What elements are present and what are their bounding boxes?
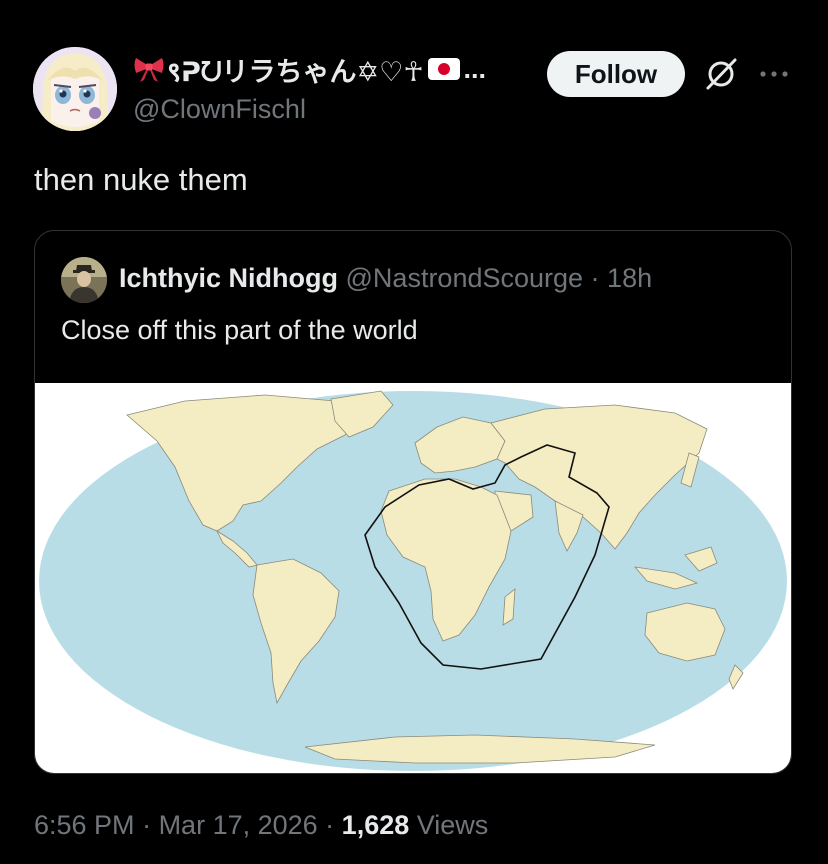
avatar[interactable] <box>33 47 117 131</box>
quote-time[interactable]: 18h <box>607 263 652 293</box>
views-label: Views <box>416 810 489 840</box>
quote-text: Close off this part of the world <box>61 315 418 345</box>
more-icon[interactable] <box>756 60 792 88</box>
author-display-name-overflow: ... <box>463 53 487 84</box>
ribbon-bow-icon <box>133 55 165 83</box>
meta-separator-2: · <box>317 810 342 840</box>
quote-avatar[interactable] <box>61 257 107 303</box>
author-handle[interactable]: @ClownFischl <box>133 94 306 125</box>
tweet-text: then nuke them <box>34 162 248 197</box>
portrait-avatar-icon <box>61 257 107 303</box>
author-display-name-text: ९ᕈᘢリラちゃん✡♡☥ <box>167 56 424 87</box>
tweet-metadata: 6:56 PM · Mar 17, 2026 · 1,628 Views <box>34 810 488 841</box>
quote-header: Ichthyic Nidhogg @NastrondScourge · 18h <box>119 263 652 294</box>
tweet-date[interactable]: Mar 17, 2026 <box>159 810 318 840</box>
follow-button[interactable]: Follow <box>547 51 685 97</box>
quote-author-name[interactable]: Ichthyic Nidhogg <box>119 263 338 293</box>
anime-avatar-icon <box>33 47 117 131</box>
meta-separator: · <box>134 810 159 840</box>
world-map-icon <box>39 390 787 771</box>
quote-author-handle[interactable]: @NastrondScourge <box>346 263 584 293</box>
views-count[interactable]: 1,628 <box>342 810 410 840</box>
japan-flag-icon <box>427 58 460 80</box>
quote-separator: · <box>583 263 608 293</box>
quote-media-image[interactable] <box>35 383 791 773</box>
tweet-time[interactable]: 6:56 PM <box>34 810 135 840</box>
author-display-name[interactable]: ९ᕈᘢリラちゃん✡♡☥ ... <box>133 53 487 87</box>
grok-icon[interactable] <box>702 55 740 93</box>
quoted-tweet[interactable]: Ichthyic Nidhogg @NastrondScourge · 18h … <box>34 230 792 774</box>
